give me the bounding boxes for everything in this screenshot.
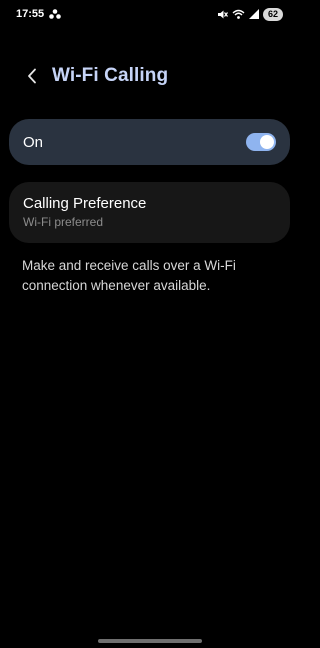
wifi-calling-screen: 17:55 62 Wi-Fi Calling On Calling Prefer…	[0, 0, 299, 648]
status-bar: 17:55 62	[0, 0, 299, 28]
calling-preference-value: Wi-Fi preferred	[23, 215, 104, 229]
toggle-switch[interactable]	[246, 133, 276, 151]
status-right: 62	[217, 7, 283, 21]
wifi-calling-master-switch[interactable]: On	[9, 119, 290, 165]
mute-icon	[217, 9, 228, 20]
signal-icon	[249, 9, 259, 19]
switch-label: On	[23, 133, 44, 151]
app-bar: Wi-Fi Calling	[0, 60, 299, 92]
calling-preference-title: Calling Preference	[23, 195, 147, 212]
page-title: Wi-Fi Calling	[52, 65, 169, 86]
gesture-navigation-handle[interactable]	[98, 639, 202, 643]
chevron-left-icon	[28, 68, 36, 84]
calling-preference-item[interactable]: Calling Preference Wi-Fi preferred	[9, 182, 290, 243]
toggle-knob	[260, 135, 274, 149]
feature-description: Make and receive calls over a Wi-Fi conn…	[22, 258, 236, 293]
back-button[interactable]	[18, 62, 46, 90]
app-notification-icon	[49, 9, 61, 19]
status-left: 17:55	[16, 8, 217, 20]
wifi-calling-icon	[232, 9, 245, 20]
status-time: 17:55	[16, 8, 45, 20]
battery-indicator: 62	[263, 7, 283, 21]
